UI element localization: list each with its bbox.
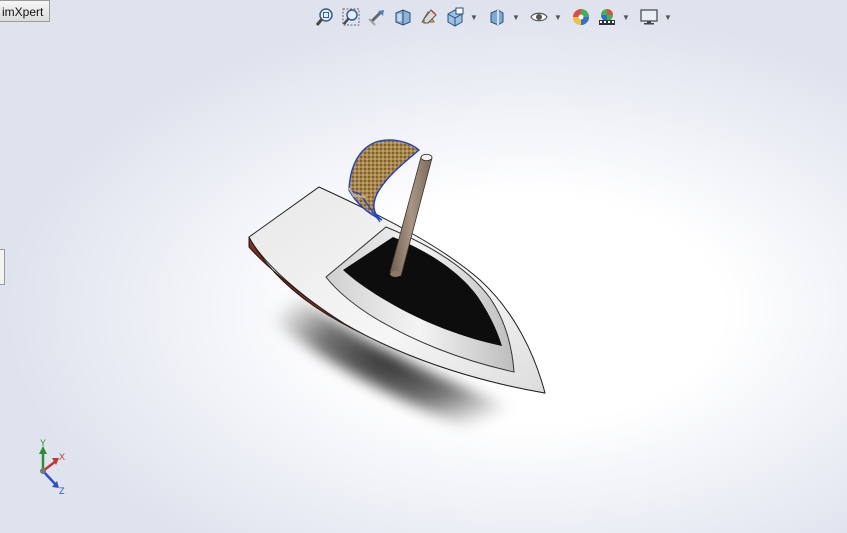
view-settings-icon[interactable] bbox=[637, 5, 661, 29]
display-style-icon[interactable] bbox=[485, 5, 509, 29]
zoom-to-area-icon[interactable] bbox=[339, 5, 363, 29]
display-style-dropdown[interactable]: ▼ bbox=[511, 5, 521, 29]
side-panel-tab[interactable] bbox=[0, 249, 5, 285]
simxpert-tab[interactable]: imXpert bbox=[0, 0, 51, 22]
mast-top bbox=[420, 153, 433, 162]
mast-base bbox=[390, 271, 401, 277]
zoom-to-fit-icon[interactable] bbox=[313, 5, 337, 29]
heads-up-view-toolbar: ▼ ▼ ▼ ▼ ▼ bbox=[313, 4, 677, 30]
section-view-icon[interactable] bbox=[391, 5, 415, 29]
view-orientation-dropdown[interactable]: ▼ bbox=[469, 5, 479, 29]
triad-origin bbox=[40, 468, 46, 474]
previous-view-icon[interactable] bbox=[365, 5, 389, 29]
triad-z-label: Z bbox=[59, 486, 65, 496]
apply-scene-dropdown[interactable]: ▼ bbox=[621, 5, 631, 29]
dynamic-annotation-icon[interactable] bbox=[417, 5, 441, 29]
view-orientation-icon[interactable] bbox=[443, 5, 467, 29]
reference-triad[interactable]: Y X Z bbox=[28, 438, 68, 500]
hide-show-items-icon[interactable] bbox=[527, 5, 551, 29]
view-settings-dropdown[interactable]: ▼ bbox=[663, 5, 673, 29]
triad-y-label: Y bbox=[40, 438, 46, 448]
edit-appearance-icon[interactable] bbox=[569, 5, 593, 29]
graphics-area[interactable]: imXpert ▼ ▼ ▼ ▼ ▼ Y X Z bbox=[0, 0, 847, 533]
hide-show-items-dropdown[interactable]: ▼ bbox=[553, 5, 563, 29]
boat-model[interactable] bbox=[0, 0, 847, 533]
triad-x-label: X bbox=[59, 452, 65, 462]
apply-scene-icon[interactable] bbox=[595, 5, 619, 29]
